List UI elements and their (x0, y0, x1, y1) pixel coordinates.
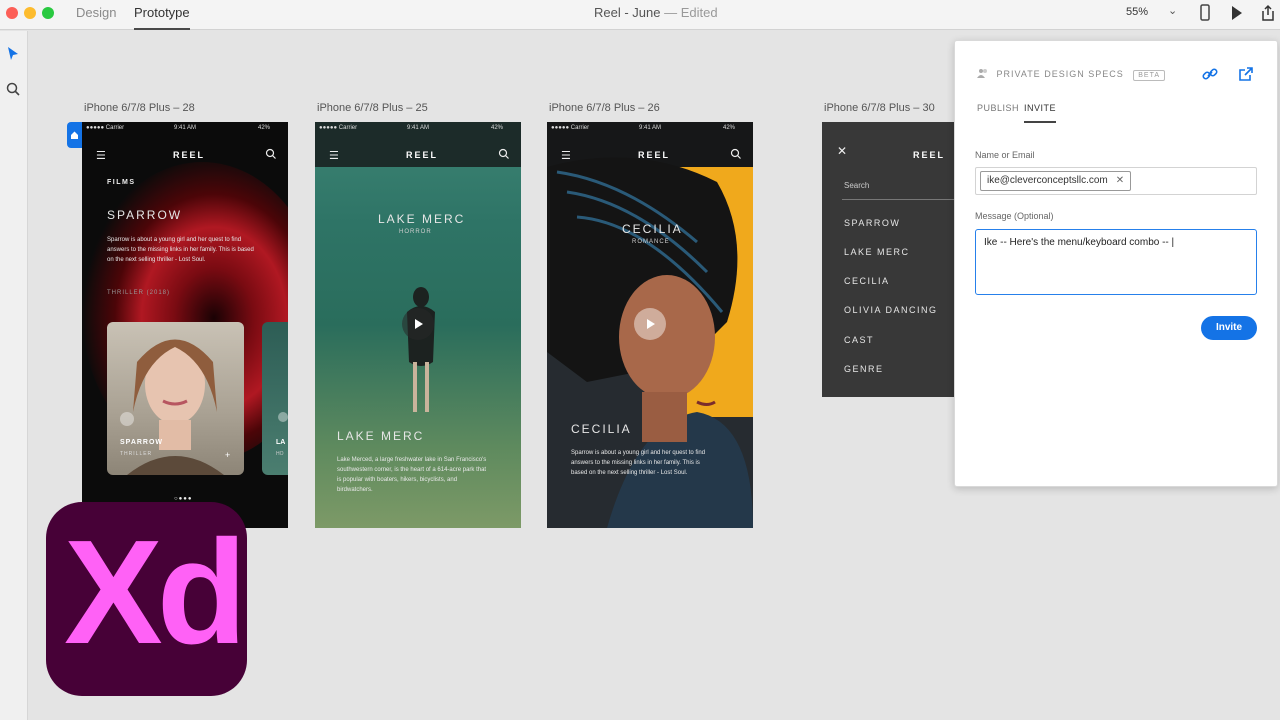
add-icon[interactable]: + (225, 450, 230, 460)
beta-badge: BETA (1133, 70, 1165, 81)
search-icon[interactable] (5, 81, 21, 104)
email-chip[interactable]: ike@cleverconceptsllc.com ✕ (980, 171, 1132, 191)
search-underline (842, 199, 962, 200)
device-preview-icon[interactable] (1199, 4, 1211, 27)
message-textarea[interactable]: Ike -- Here's the menu/keyboard combo --… (975, 229, 1257, 295)
card-genre: THRILLER (120, 451, 153, 457)
adobe-xd-logo: Xd (46, 502, 247, 696)
app-title: REEL (173, 150, 206, 160)
document-name: Reel - June (594, 5, 661, 20)
time-text: 9:41 AM (639, 125, 662, 131)
document-title: Reel - June — Edited (594, 5, 718, 20)
artboard-lake-merc[interactable]: ●●●●● Carrier 9:41 AM 42% ☰ REEL LAKE ME… (315, 122, 521, 528)
menu-item[interactable]: LAKE MERC (844, 247, 910, 257)
select-arrow-icon[interactable] (5, 45, 21, 68)
artboard-label[interactable]: iPhone 6/7/8 Plus – 28 (84, 102, 195, 114)
battery-text: 42% (723, 125, 736, 131)
link-icon[interactable] (1202, 66, 1218, 87)
search-input[interactable]: Search (844, 181, 869, 190)
zoom-level[interactable]: 55% (1126, 6, 1148, 18)
play-button[interactable] (402, 308, 434, 340)
film-card[interactable]: SPARROW THRILLER + (107, 322, 244, 475)
menu-item[interactable]: OLIVIA DANCING (844, 305, 938, 315)
play-icon[interactable] (1230, 4, 1244, 27)
status-bar: ●●●●● Carrier 9:41 AM 42% (82, 122, 288, 134)
card-genre: HO (276, 451, 284, 457)
menu-item[interactable]: SPARROW (844, 218, 900, 228)
app-title: REEL (638, 150, 671, 160)
invite-button[interactable]: Invite (1201, 316, 1257, 340)
film-bottom-title: LAKE MERC (337, 429, 425, 443)
close-window-button[interactable] (6, 7, 18, 19)
minimize-window-button[interactable] (24, 7, 36, 19)
film-bottom-title: CECILIA (571, 422, 632, 436)
menu-icon[interactable]: ☰ (96, 149, 106, 162)
tab-prototype[interactable]: Prototype (134, 5, 190, 30)
tab-invite[interactable]: INVITE (1024, 103, 1057, 123)
film-title: SPARROW (107, 208, 183, 222)
battery-text: 42% (258, 125, 271, 131)
play-icon[interactable] (278, 412, 288, 422)
film-genre: HORROR (399, 229, 432, 235)
app-title: REEL (913, 150, 946, 160)
search-icon[interactable] (730, 147, 742, 165)
film-title: CECILIA (622, 222, 683, 236)
menu-item[interactable]: CECILIA (844, 276, 890, 286)
document-status: Edited (680, 5, 718, 20)
chevron-down-icon[interactable]: ⌄ (1168, 4, 1177, 17)
film-genre: ROMANCE (632, 239, 670, 245)
artboard-films[interactable]: ●●●●● Carrier 9:41 AM 42% ☰ REEL FILMS S… (82, 122, 288, 528)
name-email-label: Name or Email (975, 150, 1035, 160)
document-dash: — (664, 5, 678, 20)
artboard-label[interactable]: iPhone 6/7/8 Plus – 26 (549, 102, 660, 114)
artboard-label[interactable]: iPhone 6/7/8 Plus – 30 (824, 102, 935, 114)
play-icon[interactable] (120, 412, 134, 426)
menu-item[interactable]: CAST (844, 335, 874, 345)
panel-heading: PRIVATE DESIGN SPECS BETA (977, 68, 1165, 81)
film-meta: THRILLER (2018) (107, 290, 171, 296)
panel-title: PRIVATE DESIGN SPECS (996, 69, 1124, 79)
menu-item[interactable]: GENRE (844, 364, 884, 374)
tab-design[interactable]: Design (76, 5, 116, 30)
artboard-label[interactable]: iPhone 6/7/8 Plus – 25 (317, 102, 428, 114)
share-panel: PRIVATE DESIGN SPECS BETA PUBLISH INVITE… (954, 40, 1278, 487)
tab-publish[interactable]: PUBLISH (977, 103, 1019, 123)
film-card[interactable]: LA HO (262, 322, 288, 475)
film-description: Lake Merced, a large freshwater lake in … (337, 457, 487, 493)
card-title: LA (276, 439, 286, 446)
section-label: FILMS (107, 179, 136, 186)
play-button[interactable] (634, 308, 666, 340)
carrier-text: ●●●●● Carrier (551, 125, 590, 131)
close-icon[interactable]: ✕ (837, 144, 847, 158)
email-chip-text: ike@cleverconceptsllc.com (987, 175, 1108, 186)
status-bar: ●●●●● Carrier 9:41 AM 42% (547, 122, 753, 134)
home-artboard-marker[interactable] (67, 122, 82, 148)
message-label: Message (Optional) (975, 211, 1054, 221)
title-bar: Design Prototype Reel - June — Edited 55… (0, 0, 1280, 30)
menu-icon[interactable]: ☰ (561, 149, 571, 162)
card-title: SPARROW (120, 439, 164, 446)
time-text: 9:41 AM (174, 125, 197, 131)
carrier-text: ●●●●● Carrier (86, 125, 125, 131)
people-icon (977, 69, 987, 78)
film-title: LAKE MERC (378, 212, 466, 226)
share-icon[interactable] (1260, 4, 1276, 27)
open-external-icon[interactable] (1238, 66, 1254, 87)
artboard-cecilia[interactable]: ●●●●● Carrier 9:41 AM 42% ☰ REEL CECILIA… (547, 122, 753, 528)
remove-chip-icon[interactable]: ✕ (1116, 175, 1124, 186)
left-toolbar (0, 31, 28, 720)
film-description: Sparrow is about a young girl and her qu… (571, 450, 706, 476)
email-field[interactable]: ike@cleverconceptsllc.com ✕ (975, 167, 1257, 195)
film-description: Sparrow is about a young girl and her qu… (107, 237, 254, 263)
artboard-menu[interactable]: ✕ REEL Search SPARROW LAKE MERC CECILIA … (822, 122, 962, 397)
maximize-window-button[interactable] (42, 7, 54, 19)
xd-logo-text: Xd (64, 510, 247, 675)
search-icon[interactable] (265, 147, 277, 165)
